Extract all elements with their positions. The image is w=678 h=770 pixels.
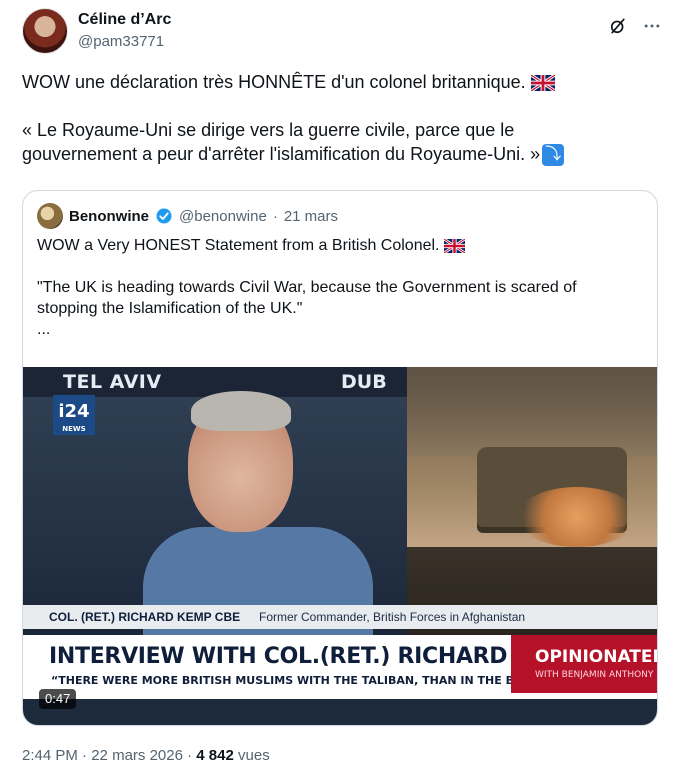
author-handle[interactable]: @pam33771	[78, 32, 164, 52]
tweet-footer: 2:44 PM · 22 mars 2026 · 4 842 vues	[22, 746, 270, 766]
quoted-line-4: ...	[37, 321, 51, 338]
smoke	[407, 367, 657, 457]
quoted-author-handle[interactable]: @benonwine	[179, 208, 267, 225]
show-brand-host: WITH BENJAMIN ANTHONY	[535, 670, 654, 680]
tweet-line-2a: « Le Royaume-Uni se dirige vers la guerr…	[22, 120, 515, 140]
tweet-line-1: WOW une déclaration très HONNÊTE d'un co…	[22, 72, 526, 92]
more-icon[interactable]	[642, 16, 662, 36]
header-actions	[608, 16, 662, 36]
studio-background: TEL AVIV DUB i24 NEWS	[23, 367, 407, 657]
quoted-tweet-header: Benonwine @benonwine · 21 mars	[37, 203, 338, 229]
tweet-header: Céline d’Arc @pam33771	[22, 8, 662, 56]
quoted-tweet-text: WOW a Very HONEST Statement from a Briti…	[37, 235, 637, 340]
channel-logo-sub: NEWS	[62, 425, 86, 433]
avatar[interactable]	[22, 8, 68, 54]
quoted-line-1: WOW a Very HONEST Statement from a Briti…	[37, 237, 440, 254]
post-date[interactable]: 22 mars 2026	[91, 747, 183, 764]
views-label: vues	[238, 747, 270, 764]
tweet-line-2b: gouvernement a peur d'arrêter l'islamifi…	[22, 144, 541, 164]
speaker-hair	[191, 391, 291, 431]
interview-title: INTERVIEW WITH COL.(RET.) RICHARD KEMP	[49, 644, 584, 669]
dust-cloud	[517, 487, 637, 547]
show-brand: OPINIONATED WITH BENJAMIN ANTHONY	[511, 635, 657, 693]
grok-icon[interactable]	[608, 16, 628, 36]
speaker-name: COL. (RET.) RICHARD KEMP CBE	[49, 610, 241, 624]
show-brand-title: OPINIONATED	[535, 647, 657, 667]
views-count[interactable]: 4 842	[196, 747, 234, 764]
author-name[interactable]: Céline d’Arc	[78, 10, 171, 30]
uk-flag-icon	[443, 238, 465, 253]
speaker-role: Former Commander, British Forces in Afgh…	[259, 610, 526, 624]
footer-separator: ·	[82, 747, 88, 764]
speaker-figure	[143, 387, 373, 657]
location-dubai: DUB	[341, 371, 387, 393]
quoted-author-name[interactable]: Benonwine	[69, 208, 149, 225]
quoted-line-3: stopping the Islamification of the UK."	[37, 300, 303, 317]
tank-footage	[407, 367, 657, 637]
quoted-avatar[interactable]	[37, 203, 63, 229]
tweet-text: WOW une déclaration très HONNÊTE d'un co…	[22, 70, 652, 167]
verified-badge-icon	[156, 208, 172, 224]
channel-logo-text: i24	[58, 401, 90, 422]
quoted-tweet-card[interactable]: Benonwine @benonwine · 21 mars WOW a Ver…	[22, 190, 658, 726]
lower-third-name: COL. (RET.) RICHARD KEMP CBE Former Comm…	[23, 605, 657, 629]
video-player[interactable]: TEL AVIV DUB i24 NEWS COL. (RET.) RICHAR…	[23, 367, 657, 725]
quoted-separator: ·	[272, 207, 278, 225]
video-timecode: 0:47	[39, 689, 77, 709]
channel-logo: i24 NEWS	[53, 395, 95, 435]
quoted-date[interactable]: 21 mars	[284, 208, 338, 225]
post-time[interactable]: 2:44 PM	[22, 747, 78, 764]
uk-flag-icon	[530, 75, 555, 92]
quoted-line-2: "The UK is heading towards Civil War, be…	[37, 279, 577, 296]
footer-separator-2: ·	[187, 747, 193, 764]
arrow-down-right-icon: ⤵	[542, 144, 565, 167]
